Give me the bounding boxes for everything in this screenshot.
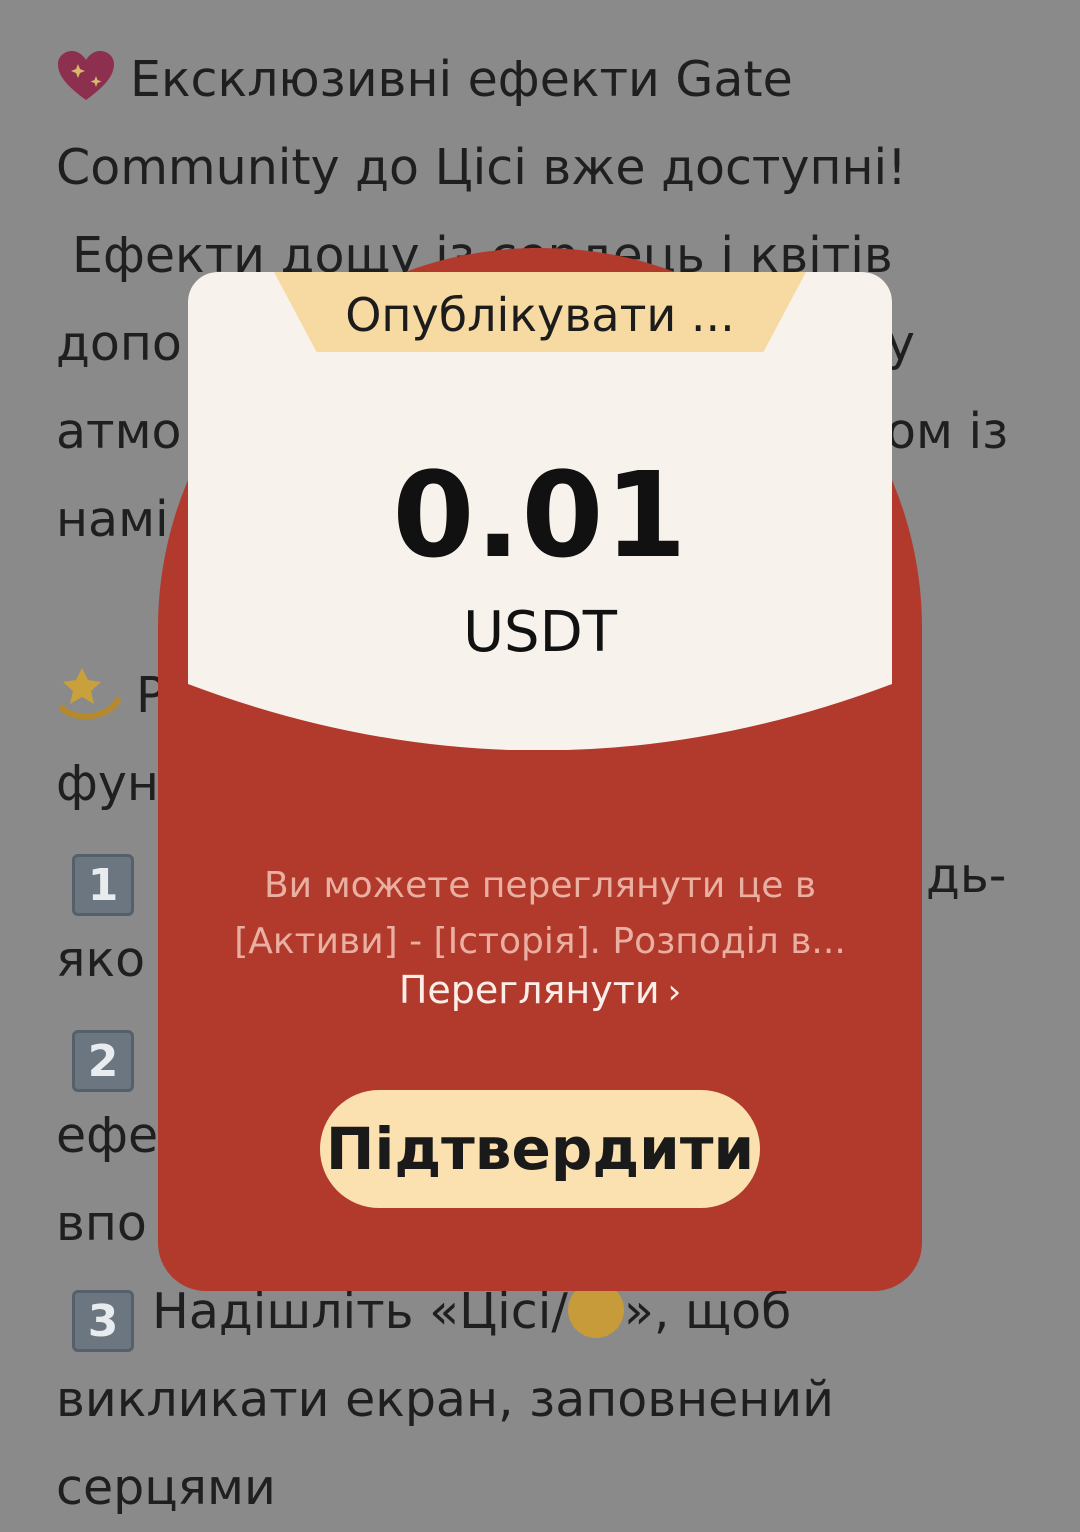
- post-line-10: яко: [56, 931, 146, 988]
- keycap-one-icon: 1: [72, 854, 134, 916]
- info-line-1: Ви можете переглянути це в: [263, 865, 817, 906]
- reward-info-text: Ви можете переглянути це в [Активи] - [І…: [200, 858, 880, 970]
- info-line-2: [Активи] - [Історія]. Розподіл в...: [234, 921, 846, 962]
- confirm-button[interactable]: Підтвердити: [320, 1090, 760, 1208]
- post-line-13: впо: [56, 1195, 147, 1252]
- post-line-15: викликати екран, заповнений: [56, 1371, 835, 1428]
- post-line-6: намі: [56, 491, 169, 548]
- chevron-right-icon: ›: [667, 972, 682, 1012]
- keycap-two-icon: 2: [72, 1030, 134, 1092]
- keycap-three-icon: 3: [72, 1290, 134, 1352]
- reward-amount: 0.01: [392, 446, 688, 584]
- reward-currency: USDT: [463, 600, 617, 665]
- post-line-9: 1: [72, 832, 152, 920]
- post-line-4: допо: [56, 315, 182, 372]
- sparkling-heart-icon: [58, 51, 114, 100]
- dizzy-star-icon: [59, 668, 121, 720]
- post-line-7: Р: [56, 652, 166, 740]
- modal-title: Опублікувати ...: [345, 288, 735, 342]
- post-line-16: серцями: [56, 1459, 276, 1516]
- post-line-5-end: ом із: [886, 403, 1009, 460]
- post-line-8: фун: [56, 755, 159, 812]
- view-link[interactable]: Переглянути ›: [200, 968, 880, 1012]
- post-line-12: ефе: [56, 1107, 159, 1164]
- post-line-2: Community до Цісі вже доступні!: [56, 139, 907, 196]
- post-line-1: Ексклюзивні ефекти Gate: [56, 36, 793, 124]
- post-line-11: 2: [72, 1008, 152, 1096]
- view-link-label: Переглянути: [398, 968, 660, 1012]
- post-line-9-end: дь-: [926, 847, 1007, 904]
- post-line-5: атмо: [56, 403, 182, 460]
